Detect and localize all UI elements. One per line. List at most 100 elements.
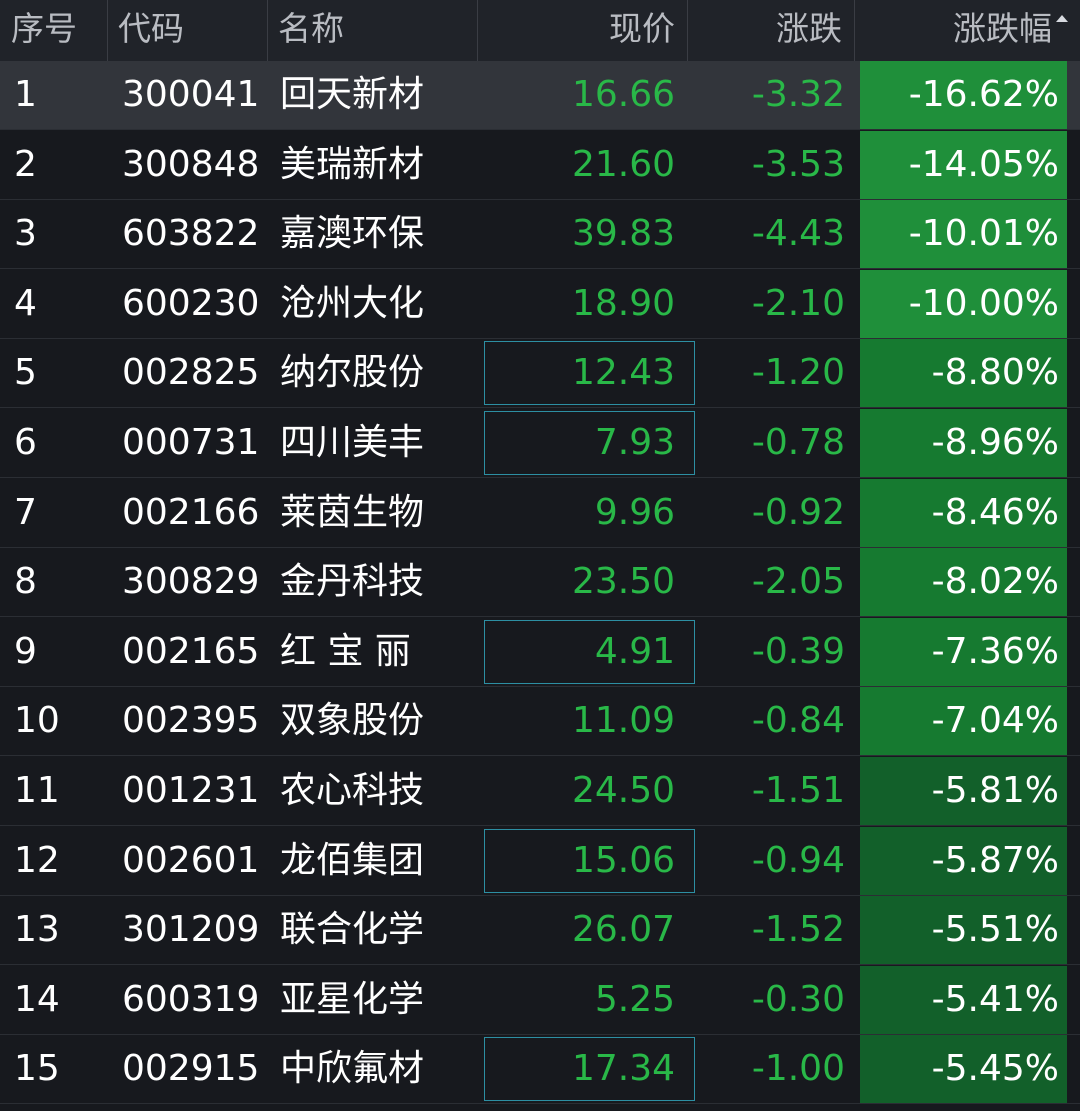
stock-code: 002915 bbox=[122, 1048, 260, 1090]
row-index: 10 bbox=[14, 700, 60, 742]
stock-price: 18.90 bbox=[571, 282, 675, 324]
row-index: 9 bbox=[14, 630, 37, 672]
stock-price: 39.83 bbox=[571, 213, 675, 255]
stock-change: -3.53 bbox=[751, 143, 845, 185]
stock-change: -1.52 bbox=[751, 909, 845, 951]
stock-change: -1.00 bbox=[751, 1048, 845, 1090]
stock-code: 300829 bbox=[122, 561, 260, 603]
stock-change-pct: -8.46% bbox=[860, 478, 1067, 547]
stock-change: -0.92 bbox=[751, 491, 845, 533]
stock-code: 000731 bbox=[122, 422, 260, 463]
stock-name: 双象股份 bbox=[280, 700, 425, 742]
stock-change-pct: -14.05% bbox=[860, 130, 1067, 199]
stock-price: 11.09 bbox=[571, 700, 675, 742]
table-row[interactable]: 5 002825 纳尔股份 12.43 -1.20 -8.80% bbox=[0, 339, 1080, 409]
stock-code: 002825 bbox=[122, 352, 260, 394]
header-change-pct[interactable]: 涨跌幅 bbox=[855, 0, 1080, 61]
stock-code: 002166 bbox=[122, 491, 260, 533]
table-row[interactable]: 9 002165 红 宝 丽 4.91 -0.39 -7.36% bbox=[0, 617, 1080, 687]
stock-change-pct: -10.01% bbox=[860, 200, 1067, 269]
stock-code: 603822 bbox=[122, 213, 260, 255]
stock-price: 9.96 bbox=[594, 491, 675, 533]
stock-change-pct: -5.87% bbox=[860, 826, 1067, 895]
row-index: 6 bbox=[14, 422, 37, 463]
stock-name: 沧州大化 bbox=[280, 282, 425, 324]
stock-code: 600230 bbox=[122, 282, 260, 324]
stock-code: 300041 bbox=[122, 74, 260, 115]
stock-change-pct: -7.36% bbox=[860, 617, 1067, 686]
stock-name: 回天新材 bbox=[280, 74, 425, 115]
header-price[interactable]: 现价 bbox=[478, 0, 688, 61]
stock-change: -1.51 bbox=[751, 770, 845, 811]
stock-change-pct: -16.62% bbox=[860, 61, 1067, 129]
stock-price: 15.06 bbox=[571, 839, 675, 881]
stock-price: 23.50 bbox=[571, 561, 675, 603]
table-row[interactable]: 14 600319 亚星化学 5.25 -0.30 -5.41% bbox=[0, 965, 1080, 1035]
stock-name: 纳尔股份 bbox=[280, 352, 425, 394]
table-row[interactable]: 10 002395 双象股份 11.09 -0.84 -7.04% bbox=[0, 687, 1080, 757]
table-row[interactable]: 3 603822 嘉澳环保 39.83 -4.43 -10.01% bbox=[0, 200, 1080, 270]
stock-code: 002165 bbox=[122, 630, 260, 672]
stock-name: 金丹科技 bbox=[280, 561, 425, 603]
stock-change: -4.43 bbox=[751, 213, 845, 255]
table-row[interactable]: 7 002166 莱茵生物 9.96 -0.92 -8.46% bbox=[0, 478, 1080, 548]
stock-code: 301209 bbox=[122, 909, 260, 951]
table-row[interactable]: 12 002601 龙佰集团 15.06 -0.94 -5.87% bbox=[0, 826, 1080, 896]
row-index: 12 bbox=[14, 839, 60, 881]
table-row[interactable]: 11 001231 农心科技 24.50 -1.51 -5.81% bbox=[0, 757, 1080, 826]
header-index[interactable]: 序号 bbox=[0, 0, 108, 61]
stock-change: -2.05 bbox=[751, 561, 845, 603]
stock-code: 300848 bbox=[122, 143, 260, 185]
row-index: 3 bbox=[14, 213, 37, 255]
stock-change: -0.30 bbox=[751, 978, 845, 1020]
sort-ascending-icon[interactable] bbox=[1056, 15, 1068, 22]
stock-price: 4.91 bbox=[594, 630, 675, 672]
stock-change-pct: -10.00% bbox=[860, 269, 1067, 338]
row-index: 13 bbox=[14, 909, 60, 951]
stock-change: -1.20 bbox=[751, 352, 845, 394]
stock-code: 600319 bbox=[122, 978, 260, 1020]
row-index: 7 bbox=[14, 491, 37, 533]
stock-change: -2.10 bbox=[751, 282, 845, 324]
header-change-pct-label: 涨跌幅 bbox=[953, 9, 1052, 48]
stock-change-pct: -5.41% bbox=[860, 965, 1067, 1034]
stock-name: 中欣氟材 bbox=[280, 1048, 425, 1090]
header-change[interactable]: 涨跌 bbox=[688, 0, 855, 61]
table-row[interactable]: 6 000731 四川美丰 7.93 -0.78 -8.96% bbox=[0, 409, 1080, 478]
stock-price: 7.93 bbox=[594, 422, 675, 463]
stock-change: -0.84 bbox=[751, 700, 845, 742]
stock-price: 24.50 bbox=[571, 770, 675, 811]
header-name[interactable]: 名称 bbox=[268, 0, 478, 61]
stock-price: 5.25 bbox=[594, 978, 675, 1020]
stock-price: 21.60 bbox=[571, 143, 675, 185]
stock-change-pct: -5.45% bbox=[860, 1035, 1067, 1104]
stock-price: 12.43 bbox=[571, 352, 675, 394]
stock-change-pct: -8.02% bbox=[860, 548, 1067, 617]
stock-code: 002601 bbox=[122, 839, 260, 881]
row-index: 15 bbox=[14, 1048, 60, 1090]
table-row[interactable]: 2 300848 美瑞新材 21.60 -3.53 -14.05% bbox=[0, 130, 1080, 200]
table-row[interactable]: 13 301209 联合化学 26.07 -1.52 -5.51% bbox=[0, 896, 1080, 966]
stock-name: 四川美丰 bbox=[280, 422, 425, 463]
stock-change-pct: -5.51% bbox=[860, 896, 1067, 965]
stock-code: 002395 bbox=[122, 700, 260, 742]
row-index: 11 bbox=[14, 770, 60, 811]
stock-price: 17.34 bbox=[571, 1048, 675, 1090]
table-row[interactable]: 1 300041 回天新材 16.66 -3.32 -16.62% bbox=[0, 61, 1080, 130]
table-row[interactable]: 15 002915 中欣氟材 17.34 -1.00 -5.45% bbox=[0, 1035, 1080, 1105]
stock-change-pct: -8.80% bbox=[860, 339, 1067, 408]
row-index: 5 bbox=[14, 352, 37, 394]
stock-change-pct: -7.04% bbox=[860, 687, 1067, 756]
stock-change: -0.39 bbox=[751, 630, 845, 672]
row-index: 2 bbox=[14, 143, 37, 185]
row-index: 8 bbox=[14, 561, 37, 603]
stock-name: 莱茵生物 bbox=[280, 491, 425, 533]
header-code[interactable]: 代码 bbox=[108, 0, 268, 61]
table-row[interactable]: 8 300829 金丹科技 23.50 -2.05 -8.02% bbox=[0, 548, 1080, 618]
stock-change-pct: -8.96% bbox=[860, 409, 1067, 477]
stock-name: 龙佰集团 bbox=[280, 839, 425, 881]
table-row[interactable]: 4 600230 沧州大化 18.90 -2.10 -10.00% bbox=[0, 269, 1080, 339]
stock-name: 联合化学 bbox=[280, 909, 425, 951]
stock-change: -3.32 bbox=[751, 74, 845, 115]
row-index: 4 bbox=[14, 282, 37, 324]
